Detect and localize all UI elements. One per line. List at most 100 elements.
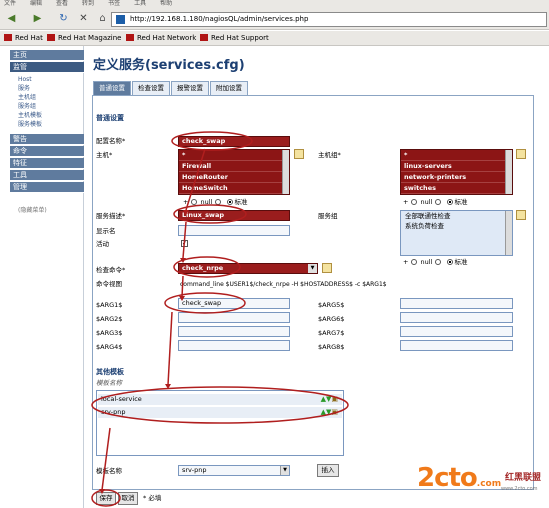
template-row-srv-pnp[interactable]: srv-pnp ▲▼▣ [98,407,342,418]
check-command-select[interactable]: check_nrpe ▼ [178,263,318,274]
arg8-label: $ARG8$ [318,343,345,351]
tab-check-settings[interactable]: 检查设置 [132,81,170,95]
radio-standard[interactable] [227,199,234,205]
hosts-listbox[interactable]: * Firewall HomeRouter HomeSwitch [178,149,290,195]
tab-additional-settings[interactable]: 附加设置 [210,81,248,95]
tab-alarm-settings[interactable]: 报警设置 [171,81,209,95]
list-item[interactable]: switches [401,183,512,194]
arg6-label: $ARG6$ [318,315,345,323]
sidebar-head-alerts[interactable]: 警告 [10,134,84,145]
tab-common-settings[interactable]: 普通设置 [93,81,131,95]
arg1-input[interactable]: check_swap [178,298,290,309]
arg4-input[interactable] [178,340,290,351]
list-item[interactable]: HomeRouter [179,172,289,183]
menu-bookmarks[interactable]: 书签 [108,0,120,7]
arg5-input[interactable] [400,298,513,309]
radio-standard-label: 标准 [454,198,468,206]
home-icon[interactable]: ⌂ [95,11,110,26]
template-row-local-service[interactable]: local-service ▲▼▣ [98,394,342,405]
sidebar-item-host[interactable]: Host [18,76,32,84]
arg6-input[interactable] [400,312,513,323]
cancel-button[interactable]: 取消 [118,492,138,505]
reload-icon[interactable]: ↻ [56,11,71,26]
list-item[interactable]: * [179,150,289,161]
radio-standard[interactable] [447,259,454,265]
list-item[interactable]: linux-servers [401,161,512,172]
menu-edit[interactable]: 编辑 [30,0,42,7]
back-arrow-icon[interactable]: ◀ [4,11,19,26]
edit-hosts-icon[interactable] [294,149,304,159]
menu-file[interactable]: 文件 [4,0,16,7]
check-command-label: 检查命令* [96,266,126,274]
display-name-input[interactable] [178,225,290,236]
bookmark-label: Red Hat Magazine [58,34,122,42]
servicegroups-listbox[interactable]: 全部联通性检查 系统负荷检查 [400,210,513,256]
radio-null[interactable] [215,199,222,205]
radio-null[interactable] [435,259,442,265]
sidebar-head-commands[interactable]: 命令 [10,146,84,157]
config-name-input[interactable]: check_swap [178,136,290,147]
list-item[interactable]: network-printers [401,172,512,183]
bookmark-red-hat[interactable]: Red Hat [4,31,43,46]
menu-go[interactable]: 转到 [82,0,94,7]
save-button[interactable]: 保存 [96,492,116,505]
sidebar-head-features[interactable]: 特征 [10,158,84,169]
delete-icon[interactable]: ▣ [331,408,338,416]
edit-command-icon[interactable] [322,263,332,273]
menu-help[interactable]: 帮助 [160,0,172,7]
page-title: 定义服务(services.cfg) [93,58,245,73]
section-common-title: 普通设置 [96,114,124,122]
list-item[interactable]: * [401,150,512,161]
red-hat-icon [4,34,12,41]
list-item[interactable]: 全部联通性检查 [401,211,512,221]
scrollbar[interactable] [505,150,512,194]
list-item[interactable]: HomeSwitch [179,183,289,194]
radio-standard[interactable] [447,199,454,205]
hosts-radio-group: + null 标准 [183,198,247,207]
sidebar-item-servicegroups[interactable]: 服务组 [18,103,36,111]
hostgroups-listbox[interactable]: * linux-servers network-printers switche… [400,149,513,195]
scrollbar[interactable] [505,211,512,255]
arg7-input[interactable] [400,326,513,337]
bookmark-red-hat-magazine[interactable]: Red Hat Magazine [47,31,121,46]
arg2-input[interactable] [178,312,290,323]
radio-null[interactable] [435,199,442,205]
insert-button[interactable]: 插入 [317,464,339,477]
radio-plus[interactable] [411,259,418,265]
sidebar-head-monitoring[interactable]: 监管 [10,62,84,73]
sidebar-item-service-templates[interactable]: 服务模板 [18,121,42,129]
bookmark-red-hat-network[interactable]: Red Hat Network [126,31,196,46]
active-checkbox[interactable]: ✓ [181,240,188,247]
arg8-input[interactable] [400,340,513,351]
bookmark-red-hat-support[interactable]: Red Hat Support [200,31,269,46]
menu-tools[interactable]: 工具 [134,0,146,7]
sidebar-item-services[interactable]: 服务 [18,85,30,93]
radio-standard-label: 标准 [454,258,468,266]
display-name-label: 显示名 [96,227,116,235]
list-item[interactable]: 系统负荷检查 [401,221,512,231]
sidebar-item-host-templates[interactable]: 主机模板 [18,112,42,120]
chevron-down-icon[interactable]: ▼ [280,466,289,475]
radio-plus[interactable] [191,199,198,205]
address-bar[interactable]: http://192.168.1.180/nagiosQL/admin/serv… [111,12,547,27]
edit-hostgroups-icon[interactable] [516,149,526,159]
sidebar-item-hostgroups[interactable]: 主机组 [18,94,36,102]
sidebar-head-admin[interactable]: 管理 [10,182,84,193]
template-select[interactable]: srv-pnp ▼ [178,465,290,476]
list-item[interactable]: Firewall [179,161,289,172]
menu-view[interactable]: 查看 [56,0,68,7]
edit-servicegroups-icon[interactable] [516,210,526,220]
delete-icon[interactable]: ▣ [331,395,338,403]
forward-arrow-icon[interactable]: ▶ [30,11,45,26]
arg3-input[interactable] [178,326,290,337]
sidebar-head-home[interactable]: 主页 [10,50,84,61]
sidebar-head-tools[interactable]: 工具 [10,170,84,181]
scrollbar[interactable] [282,150,289,194]
service-description-input[interactable]: Linux_swap [178,210,290,221]
radio-plus[interactable] [411,199,418,205]
command-view-label: 命令视图 [96,280,122,288]
chevron-down-icon[interactable]: ▼ [308,264,317,273]
sidebar-hide-menu[interactable]: (隐藏菜单) [18,205,47,214]
stop-icon[interactable]: ✕ [76,11,91,26]
arg4-label: $ARG4$ [96,343,123,351]
